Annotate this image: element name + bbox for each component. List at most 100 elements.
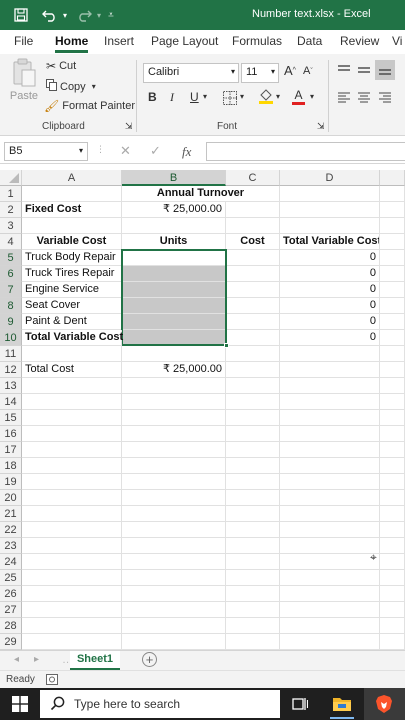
file-explorer-icon[interactable] (332, 695, 352, 715)
cell-c17[interactable] (226, 442, 280, 458)
cut-button[interactable]: ✂ Cut (46, 59, 76, 73)
windows-start-icon[interactable] (12, 696, 28, 715)
cell-c25[interactable] (226, 570, 280, 586)
top-align-icon[interactable] (337, 64, 351, 76)
cell-c19[interactable] (226, 474, 280, 490)
column-header-c[interactable]: C (226, 170, 280, 186)
cell-a11[interactable] (22, 346, 122, 362)
row-header-12[interactable]: 12 (0, 362, 22, 378)
cell-a24[interactable] (22, 554, 122, 570)
cell-a23[interactable] (22, 538, 122, 554)
borders-icon[interactable] (223, 91, 237, 105)
cell-a13[interactable] (22, 378, 122, 394)
cell-e13[interactable] (380, 378, 405, 394)
brave-browser-button[interactable] (364, 688, 405, 720)
scroll-left-icon[interactable]: ◂ (14, 654, 19, 665)
tab-data[interactable]: Data (297, 34, 322, 48)
cell-a27[interactable] (22, 602, 122, 618)
cell-b7[interactable] (122, 282, 226, 298)
cell-b14[interactable] (122, 394, 226, 410)
row-header-9[interactable]: 9 (0, 314, 22, 330)
scroll-right-icon[interactable]: ▸ (34, 654, 39, 665)
cell-e17[interactable] (380, 442, 405, 458)
macro-record-icon[interactable] (46, 674, 58, 688)
drag-handle-icon[interactable]: ⋮ (96, 144, 105, 155)
cell-a15[interactable] (22, 410, 122, 426)
row-header-25[interactable]: 25 (0, 570, 22, 586)
cell-e24[interactable] (380, 554, 405, 570)
cell-a7[interactable]: Engine Service (22, 282, 122, 298)
row-header-8[interactable]: 8 (0, 298, 22, 314)
increase-font-size-icon[interactable]: A ^ (284, 63, 296, 78)
task-view-icon[interactable] (292, 696, 309, 715)
chevron-down-icon[interactable]: ▾ (310, 92, 314, 101)
row-header-3[interactable]: 3 (0, 218, 22, 234)
cell-e10[interactable] (380, 330, 405, 346)
cell-a9[interactable]: Paint & Dent (22, 314, 122, 330)
cell-d27[interactable] (280, 602, 380, 618)
cell-a5[interactable]: Truck Body Repair (22, 250, 122, 266)
cell-d14[interactable] (280, 394, 380, 410)
cancel-icon[interactable]: ✕ (120, 143, 131, 159)
cell-a22[interactable] (22, 522, 122, 538)
cell-d5[interactable]: 0 (280, 250, 380, 266)
cell-d8[interactable]: 0 (280, 298, 380, 314)
cell-c6[interactable] (226, 266, 280, 282)
column-header-b[interactable]: B (122, 170, 226, 186)
cell-a14[interactable] (22, 394, 122, 410)
cell-b6[interactable] (122, 266, 226, 282)
cell-a26[interactable] (22, 586, 122, 602)
cell-a4[interactable]: Variable Cost (22, 234, 122, 250)
cell-d10[interactable]: 0 (280, 330, 380, 346)
cell-e21[interactable] (380, 506, 405, 522)
chevron-down-icon[interactable]: ▾ (240, 92, 244, 101)
cell-d2[interactable] (280, 202, 380, 218)
row-header-13[interactable]: 13 (0, 378, 22, 394)
tab-insert[interactable]: Insert (104, 34, 134, 48)
cell-d17[interactable] (280, 442, 380, 458)
font-size-box[interactable]: 11 ▾ (241, 63, 279, 83)
cell-e19[interactable] (380, 474, 405, 490)
cell-b16[interactable] (122, 426, 226, 442)
cell-e7[interactable] (380, 282, 405, 298)
tab-review[interactable]: Review (340, 34, 379, 48)
cell-a18[interactable] (22, 458, 122, 474)
cell-e28[interactable] (380, 618, 405, 634)
column-header-e[interactable] (380, 170, 405, 186)
fill-color-icon[interactable] (258, 88, 274, 104)
cell-c20[interactable] (226, 490, 280, 506)
tab-home[interactable]: Home (55, 34, 89, 53)
cell-e14[interactable] (380, 394, 405, 410)
cell-a16[interactable] (22, 426, 122, 442)
cell-c8[interactable] (226, 298, 280, 314)
cell-e22[interactable] (380, 522, 405, 538)
cell-c16[interactable] (226, 426, 280, 442)
row-header-28[interactable]: 28 (0, 618, 22, 634)
worksheet-grid[interactable]: A B C D 1 Annual Turnover 2 Fixed Cost ₹ 25,… (0, 170, 405, 650)
cell-d7[interactable]: 0 (280, 282, 380, 298)
redo-icon[interactable] (74, 6, 94, 24)
tab-page-layout[interactable]: Page Layout (151, 34, 218, 48)
row-header-22[interactable]: 22 (0, 522, 22, 538)
cell-c15[interactable] (226, 410, 280, 426)
bottom-align-icon[interactable] (375, 60, 395, 80)
row-header-24[interactable]: 24 (0, 554, 22, 570)
cell-a28[interactable] (22, 618, 122, 634)
font-name-box[interactable]: Calibri ▾ (143, 63, 239, 83)
cell-d15[interactable] (280, 410, 380, 426)
undo-icon[interactable] (40, 6, 60, 24)
font-color-icon[interactable]: A (292, 88, 305, 105)
row-header-21[interactable]: 21 (0, 506, 22, 522)
cell-b11[interactable] (122, 346, 226, 362)
cell-d12[interactable] (280, 362, 380, 378)
cell-a19[interactable] (22, 474, 122, 490)
row-header-6[interactable]: 6 (0, 266, 22, 282)
cell-b29[interactable] (122, 634, 226, 650)
cell-a1[interactable] (22, 186, 122, 202)
cell-b1[interactable]: Annual Turnover (122, 186, 280, 202)
cell-a20[interactable] (22, 490, 122, 506)
row-header-10[interactable]: 10 (0, 330, 22, 346)
cell-c10[interactable] (226, 330, 280, 346)
insert-function-icon[interactable]: fx (182, 144, 191, 160)
cell-e11[interactable] (380, 346, 405, 362)
